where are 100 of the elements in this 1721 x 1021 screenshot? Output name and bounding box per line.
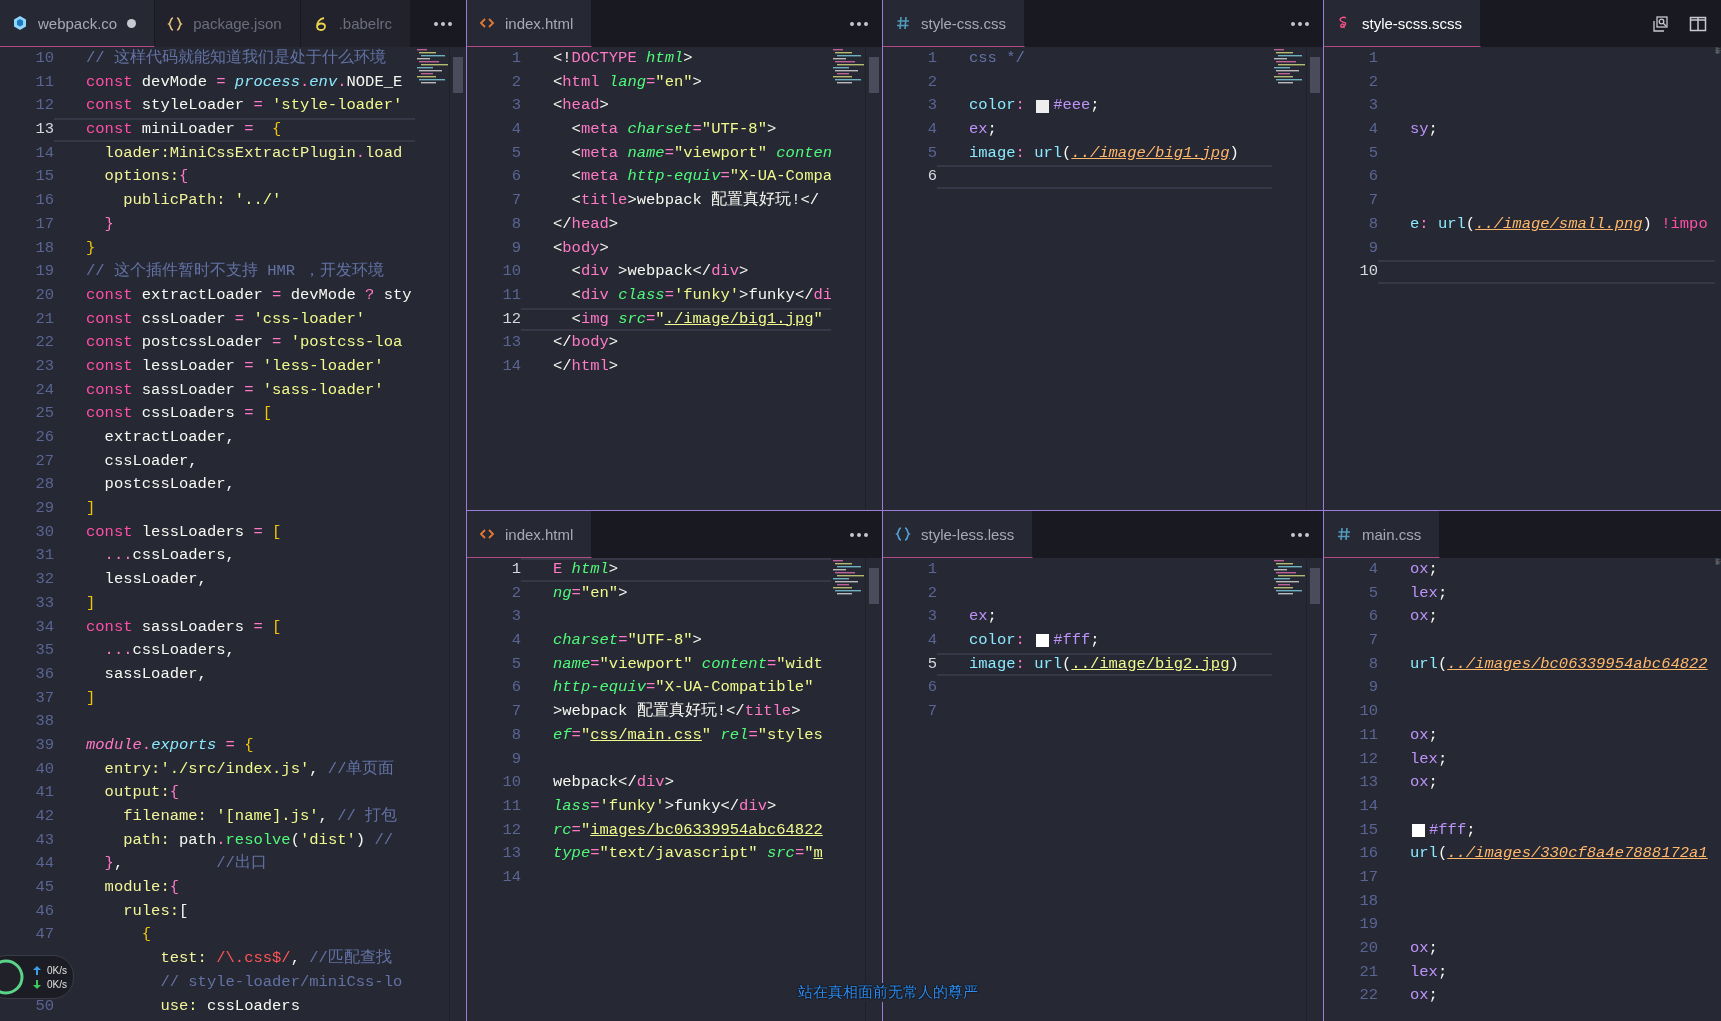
color-swatch[interactable] [1036, 634, 1050, 648]
scrollbar[interactable] [449, 47, 466, 1021]
editor-tab[interactable]: index.html [467, 0, 593, 47]
upload-arrow-icon [33, 965, 41, 975]
line-number: 6 [510, 166, 521, 188]
scrollbar[interactable] [865, 47, 882, 510]
line-number: 11 [501, 284, 521, 306]
code-line: ] [86, 687, 96, 709]
code-line: extractLoader, [103, 427, 235, 448]
code-text: color: [969, 95, 1026, 117]
line-number: 1 [510, 559, 521, 580]
code-line: <div class='funky'>funky</di [570, 284, 831, 306]
download-arrow-icon [33, 979, 41, 989]
line-number: 35 [34, 640, 54, 662]
line-number: 3 [1367, 95, 1378, 117]
code-line: url(../images/bc06339954abc64822 [1410, 653, 1708, 675]
line-number: 17 [34, 213, 54, 235]
editor-tab[interactable]: index.html [467, 511, 593, 558]
line-number: 47 [34, 924, 54, 946]
code-line: lass='funky'>funky</div> [553, 795, 777, 817]
code-line: <meta charset="UTF-8"> [570, 119, 777, 141]
line-number: 5 [1367, 582, 1378, 604]
preview-icon[interactable] [1651, 14, 1669, 33]
more-actions-icon[interactable] [1291, 532, 1309, 537]
line-number: 5 [1367, 142, 1378, 164]
color-swatch[interactable] [1412, 823, 1425, 837]
code-line: const lessLoaders = [ [86, 521, 282, 543]
line-number: 8 [1367, 653, 1378, 675]
line-number: 2 [926, 582, 937, 604]
scrollbar[interactable] [1306, 47, 1323, 510]
braces-icon [167, 15, 184, 32]
code-line: lex; [1410, 748, 1448, 770]
line-number: 24 [34, 379, 54, 401]
code-line: http-equiv="X-UA-Compatible" [553, 677, 814, 699]
line-number: 18 [1358, 890, 1378, 912]
code-line: image: url(../image/big1.jpg) [969, 142, 1239, 164]
code-line: charset="UTF-8"> [553, 630, 702, 652]
code-line: <img src="./image/big1.jpg" [570, 308, 823, 330]
line-number: 41 [34, 782, 54, 804]
code-line: E html> [553, 559, 619, 580]
code-line: const lessLoader = 'less-loader' [86, 355, 384, 377]
line-number: 4 [510, 630, 521, 652]
line-number: 2 [926, 71, 937, 93]
more-actions-icon[interactable] [434, 21, 452, 26]
scrollbar[interactable] [1306, 558, 1323, 1021]
code-text: color: [969, 630, 1026, 652]
line-number: 33 [34, 592, 54, 614]
code-line: options:{ [103, 166, 189, 188]
more-actions-icon[interactable] [850, 532, 868, 537]
color-swatch[interactable] [1036, 99, 1050, 113]
code-line: ...cssLoaders, [103, 640, 235, 662]
upload-speed: 0K/s [47, 964, 67, 976]
code-line: <title>webpack 配置真好玩!</ [570, 190, 820, 212]
code-line: <!DOCTYPE html> [553, 48, 693, 69]
line-number: 15 [1358, 819, 1378, 841]
line-number: 17 [1358, 866, 1378, 888]
line-number: 9 [1367, 677, 1378, 699]
line-number: 6 [926, 166, 937, 188]
editor-tab[interactable]: main.css [1324, 511, 1441, 558]
line-number: 4 [510, 119, 521, 141]
line-number: 15 [34, 166, 54, 188]
editor-tab[interactable]: style-scss.scss [1324, 0, 1481, 47]
split-editor-icon[interactable] [1689, 14, 1707, 33]
more-actions-icon[interactable] [850, 21, 868, 26]
line-number: 5 [510, 142, 521, 164]
code-line: const miniLoader = { [86, 119, 282, 141]
line-number: 8 [510, 724, 521, 746]
line-number: 4 [1367, 119, 1378, 141]
code-line: // 这样代码就能知道我们是处于什么环境 [86, 47, 386, 69]
line-number: 6 [926, 677, 937, 699]
hash-icon [1336, 526, 1352, 542]
code-line: filename: '[name].js', // 打包 [122, 806, 398, 827]
code-text: #fff; [1429, 819, 1476, 841]
code-line: output:{ [103, 782, 180, 804]
line-number: 40 [34, 758, 54, 780]
code-line: ox; [1410, 985, 1438, 1007]
code-line: ef="css/main.css" rel="styles [553, 724, 823, 746]
network-speed-widget[interactable]: 0K/s 0K/s [0, 955, 74, 999]
line-number: 1 [510, 48, 521, 69]
line-number: 37 [34, 687, 54, 709]
line-number: 36 [34, 663, 54, 685]
cube-icon [12, 15, 28, 31]
code-line: ox; [1410, 724, 1438, 746]
code-line: <div >webpack</div> [570, 261, 749, 283]
line-number: 13 [34, 119, 54, 141]
line-number: 44 [34, 853, 54, 875]
line-number: 3 [926, 606, 937, 628]
line-number: 3 [510, 95, 521, 117]
line-number: 31 [34, 545, 54, 567]
line-number: 10 [1358, 261, 1378, 283]
editor-tab[interactable]: style-less.less [883, 511, 1034, 558]
code-line: const cssLoader = 'css-loader' [86, 308, 366, 330]
editor-tab[interactable]: webpack.co [0, 0, 156, 47]
code-line: const devMode = process.env.NODE_E [86, 71, 403, 93]
code-line: use: cssLoaders [159, 995, 300, 1017]
line-number: 6 [1367, 166, 1378, 188]
editor-tab[interactable]: style-css.css [883, 0, 1025, 47]
more-actions-icon[interactable] [1291, 21, 1309, 26]
line-number: 11 [34, 71, 54, 93]
code-line: ng="en"> [553, 582, 628, 604]
